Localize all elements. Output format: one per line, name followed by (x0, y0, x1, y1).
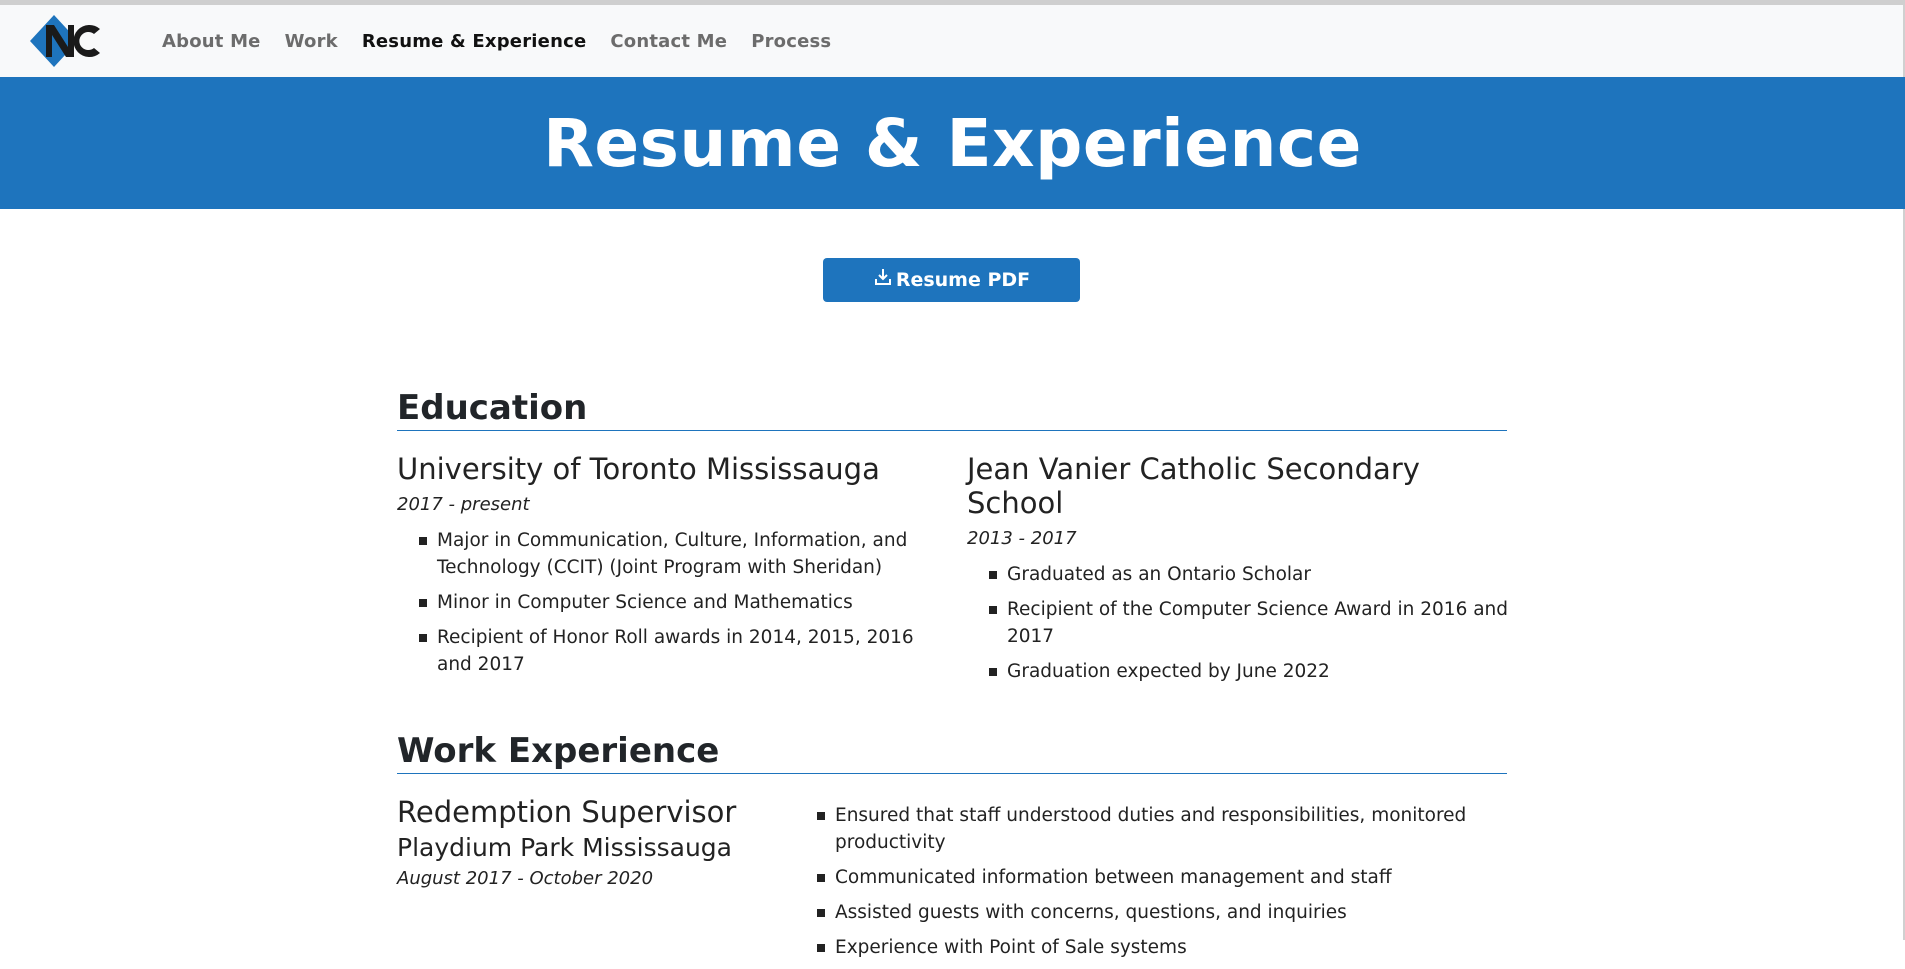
list-item: Major in Communication, Culture, Informa… (397, 527, 942, 581)
job-duties: Ensured that staff understood duties and… (795, 802, 1515, 969)
education-entry-uoft: University of Toronto Mississauga 2017 -… (397, 452, 942, 686)
list-item: Experience with Point of Sale systems (795, 934, 1515, 961)
nav-work[interactable]: Work (285, 31, 338, 52)
job-company: Playdium Park Mississauga (397, 833, 732, 862)
school-name: University of Toronto Mississauga (397, 452, 880, 486)
education-entry-jean-vanier: Jean Vanier Catholic Secondary School 20… (967, 452, 1512, 693)
list-item: Minor in Computer Science and Mathematic… (397, 589, 942, 616)
nav-contact-me[interactable]: Contact Me (610, 31, 727, 52)
list-item: Graduated as an Ontario Scholar (967, 561, 1512, 588)
resume-pdf-label: Resume PDF (895, 269, 1031, 291)
nav-about-me[interactable]: About Me (162, 31, 261, 52)
list-item: Communicated information between managem… (795, 864, 1515, 891)
work-experience-heading: Work Experience (397, 731, 1507, 774)
navbar: About Me Work Resume & Experience Contac… (0, 5, 1905, 78)
list-item: Recipient of Honor Roll awards in 2014, … (397, 624, 942, 678)
page-title: Resume & Experience (543, 104, 1362, 182)
job-dates: August 2017 - October 2020 (397, 868, 654, 889)
download-icon (874, 269, 891, 285)
job-header: Redemption Supervisor Playdium Park Miss… (397, 795, 767, 889)
job-duties-list: Ensured that staff understood duties and… (795, 802, 1515, 961)
school-details: Graduated as an Ontario Scholar Recipien… (967, 561, 1512, 685)
list-item: Graduation expected by June 2022 (967, 658, 1512, 685)
list-item: Assisted guests with concerns, questions… (795, 899, 1515, 926)
education-heading: Education (397, 388, 1507, 431)
nav-resume-experience[interactable]: Resume & Experience (362, 31, 587, 52)
school-name: Jean Vanier Catholic Secondary School (967, 452, 1420, 520)
nav-links: About Me Work Resume & Experience Contac… (162, 5, 855, 77)
nav-process[interactable]: Process (751, 31, 831, 52)
resume-pdf-button[interactable]: Resume PDF (823, 258, 1080, 302)
hero-banner: Resume & Experience (0, 77, 1905, 209)
list-item: Ensured that staff understood duties and… (795, 802, 1515, 856)
school-dates: 2013 - 2017 (967, 528, 1077, 549)
list-item: Recipient of the Computer Science Award … (967, 596, 1512, 650)
school-dates: 2017 - present (397, 494, 530, 515)
nc-logo-icon[interactable] (30, 15, 106, 67)
school-details: Major in Communication, Culture, Informa… (397, 527, 942, 678)
job-title: Redemption Supervisor (397, 795, 737, 829)
